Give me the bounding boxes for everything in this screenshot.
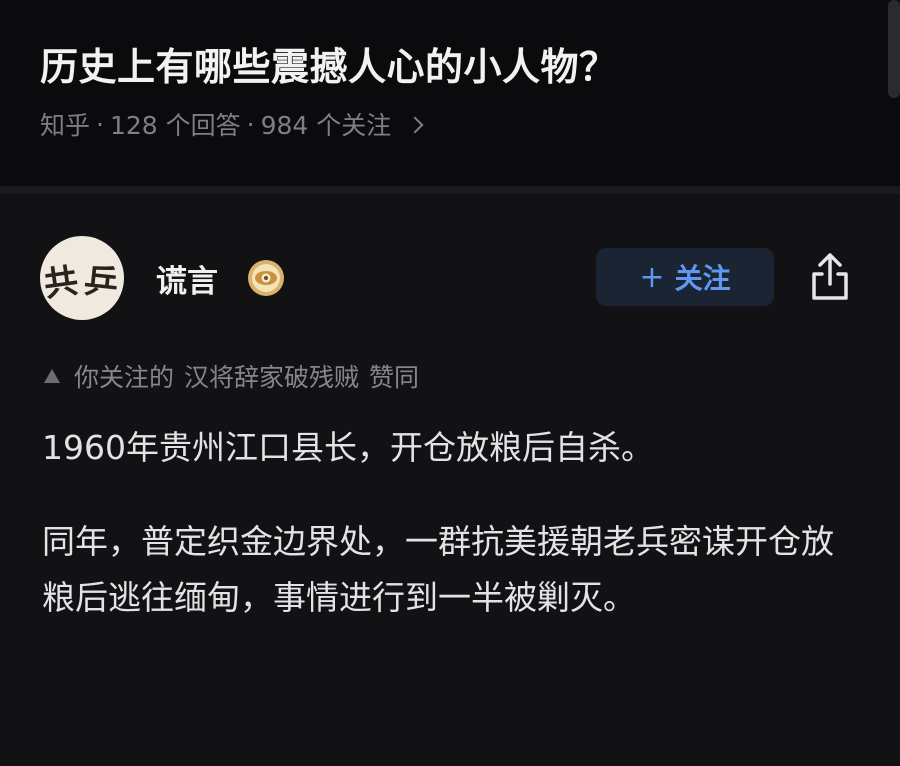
- endorse-line[interactable]: 你关注的 汉将辞家破残贼 赞同: [44, 358, 419, 394]
- section-divider: [0, 186, 900, 194]
- endorse-prefix: 你关注的: [74, 363, 175, 392]
- answer-body[interactable]: 1960年贵州江口县长，开仓放粮后自杀。 同年，普定织金边界处，一群抗美援朝老兵…: [42, 420, 862, 626]
- source-label: 知乎: [40, 111, 91, 140]
- separator: ·: [246, 109, 255, 139]
- answer-count: 128 个回答: [109, 111, 241, 140]
- endorse-action: 赞同: [369, 363, 420, 392]
- answer-card: 共 乒 谎言 + 关注 你关注的 汉将辞家破残贼 赞同 1960年贵州江口县长，…: [0, 194, 900, 766]
- question-meta[interactable]: 知乎 · 128 个回答 · 984 个关注: [40, 106, 424, 142]
- eye-badge-icon: [248, 260, 284, 296]
- avatar[interactable]: 共 乒: [40, 236, 124, 320]
- avatar-glyph: 乒: [82, 261, 120, 305]
- follow-button[interactable]: + 关注: [596, 248, 774, 306]
- author-name[interactable]: 谎言: [156, 256, 218, 301]
- plus-icon: +: [639, 259, 665, 295]
- question-title[interactable]: 历史上有哪些震撼人心的小人物？: [40, 36, 618, 91]
- follower-count: 984 个关注: [260, 111, 392, 140]
- separator: ·: [96, 109, 104, 139]
- answer-paragraph: 1960年贵州江口县长，开仓放粮后自杀。: [42, 428, 654, 467]
- endorse-user: 汉将辞家破残贼: [184, 363, 360, 392]
- scrollbar[interactable]: [888, 0, 900, 98]
- chevron-right-icon: [406, 116, 424, 134]
- answer-paragraph: 同年，普定织金边界处，一群抗美援朝老兵密谋开仓放粮后逃往缅甸，事情进行到一半被剿…: [42, 522, 834, 617]
- avatar-glyph: 共: [41, 260, 81, 306]
- follow-label: 关注: [674, 262, 731, 295]
- triangle-up-icon: [44, 369, 60, 383]
- share-icon[interactable]: [806, 250, 854, 304]
- question-header: 历史上有哪些震撼人心的小人物？ 知乎 · 128 个回答 · 984 个关注: [0, 0, 900, 186]
